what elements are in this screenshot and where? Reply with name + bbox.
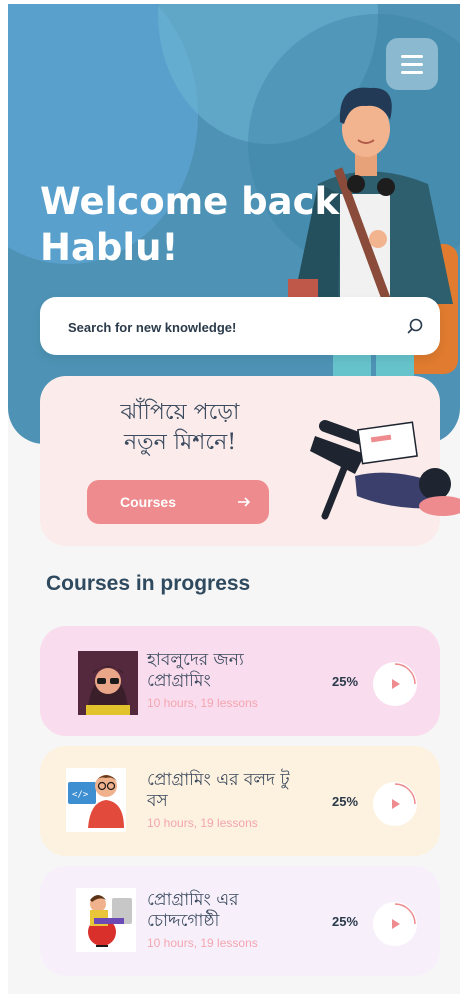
app-screen: Welcome back Hablu! ঝাঁপিয়ে পড়ো নতুন ম…: [8, 4, 460, 994]
play-icon: [392, 663, 416, 689]
course-meta: 10 hours, 19 lessons: [147, 936, 258, 950]
course-progress-text: 25%: [332, 794, 359, 809]
course-thumbnail-girl-chair: [76, 888, 136, 952]
course-progress-text: 25%: [332, 674, 359, 689]
section-title-courses-in-progress: Courses in progress: [46, 572, 251, 595]
course-title: হাবলুদের জন্য প্রোগ্রামিং: [147, 650, 244, 691]
play-button[interactable]: [373, 782, 417, 826]
welcome-line-1: Welcome back: [40, 180, 340, 223]
course-card[interactable]: হাবলুদের জন্য প্রোগ্রামিং 10 hours, 19 l…: [40, 626, 440, 736]
play-button[interactable]: [373, 662, 417, 706]
laptop-girl-illustration: [310, 420, 460, 520]
course-meta: 10 hours, 19 lessons: [147, 696, 258, 710]
svg-text:</>: </>: [72, 790, 89, 800]
course-title: প্রোগ্রামিং এর বলদ টু বস: [147, 770, 290, 811]
course-thumbnail-woman-glasses: [78, 651, 138, 715]
course-thumbnail-programmer: </>: [66, 768, 126, 832]
menu-icon: [401, 54, 423, 58]
course-meta: 10 hours, 19 lessons: [147, 816, 258, 830]
course-progress-text: 25%: [332, 914, 359, 929]
play-button[interactable]: [373, 902, 417, 946]
search-icon[interactable]: [406, 317, 424, 335]
course-title: প্রোগ্রামিং এর চোদ্দগোষ্ঠী: [147, 890, 239, 931]
play-icon: [392, 903, 416, 929]
menu-icon: [401, 70, 423, 74]
play-icon: [392, 783, 416, 809]
course-card[interactable]: প্রোগ্রামিং এর চোদ্দগোষ্ঠী 10 hours, 19 …: [40, 866, 440, 976]
mission-title: ঝাঁপিয়ে পড়ো নতুন মিশনে!: [80, 398, 280, 458]
search-bar: [40, 297, 440, 357]
welcome-line-2: Hablu!: [40, 226, 179, 269]
menu-button[interactable]: [386, 38, 438, 90]
arrow-right-icon: [238, 497, 251, 507]
courses-button[interactable]: Courses: [87, 480, 269, 524]
search-input[interactable]: [66, 297, 390, 357]
menu-icon: [401, 62, 423, 66]
welcome-heading: Welcome back Hablu!: [40, 179, 380, 271]
mission-title-line-2: নতুন মিশনে!: [123, 430, 237, 455]
mission-title-line-1: ঝাঁপিয়ে পড়ো: [120, 400, 240, 425]
course-card[interactable]: </> প্রোগ্রামিং এর বলদ টু বস 10 hours, 1…: [40, 746, 440, 856]
mission-card: ঝাঁপিয়ে পড়ো নতুন মিশনে! Courses: [40, 376, 460, 546]
courses-button-label: Courses: [119, 494, 177, 510]
